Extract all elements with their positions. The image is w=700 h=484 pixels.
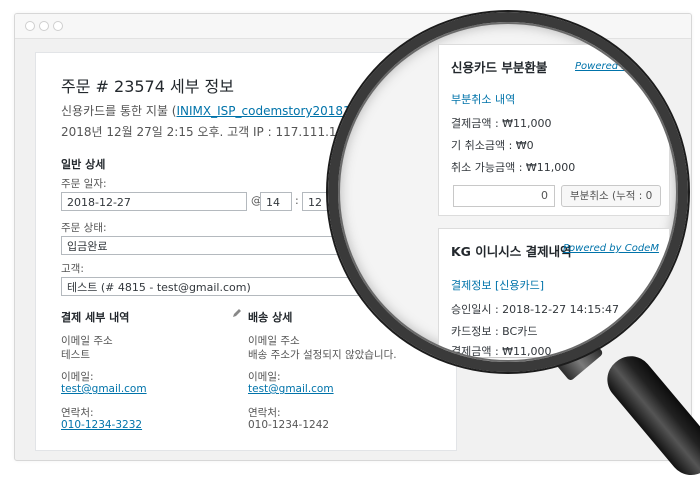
refund-title: 신용카드 부분환불 xyxy=(451,60,548,75)
hour-input[interactable]: 14 xyxy=(260,192,292,211)
kg-inicis-metabox: KG 이니시스 결제내역 Powered by CodeM 결제정보 [신용카드… xyxy=(438,228,670,362)
customer-select[interactable]: 테스트 (# 4815 - test@gmail.com) xyxy=(61,277,361,296)
shipping-email-address-label: 이메일 주소 xyxy=(248,335,300,347)
payment-prefix: 신용카드를 통한 지불 ( xyxy=(61,104,177,118)
refund-available-amount: 취소 가능금액 : ₩11,000 xyxy=(451,161,576,174)
order-date-input[interactable]: 2018-12-27 xyxy=(61,192,247,211)
time-colon: : xyxy=(295,194,299,207)
billing-phone-label: 연락처: xyxy=(61,407,94,419)
order-status-label: 주문 상태: xyxy=(61,222,107,234)
kg-title: KG 이니시스 결제내역 xyxy=(451,244,572,259)
refund-paid-amount: 결제금액 : ₩11,000 xyxy=(451,117,552,130)
general-heading: 일반 상세 xyxy=(61,158,106,171)
collapse-caret-icon[interactable] xyxy=(649,65,657,70)
shipping-heading: 배송 상세 xyxy=(248,311,293,324)
kg-confirm-button[interactable]: 확인 xyxy=(565,357,651,362)
window-dot-icon xyxy=(25,21,35,31)
kg-payment-info-link[interactable]: 결제정보 [신용카드] xyxy=(451,277,544,293)
customer-label: 고객: xyxy=(61,263,84,275)
order-date-label: 주문 일자: xyxy=(61,178,107,190)
partial-refund-button[interactable]: 부분취소 (누적 : 0 xyxy=(561,185,661,207)
shipping-email-link[interactable]: test@gmail.com xyxy=(248,383,334,395)
page-title: 주문 # 23574 세부 정보 xyxy=(61,77,234,96)
refund-cancelled-amount: 기 취소금액 : ₩0 xyxy=(451,139,534,152)
refund-metabox: 신용카드 부분환불 Powered by CodeM 부분취소 내역 결제금액 … xyxy=(438,44,671,216)
order-date-ip: 2018년 12월 27일 2:15 오후. 고객 IP : 117.111.1… xyxy=(61,125,356,139)
magnifier: 신용카드 부분환불 Powered by CodeM 부분취소 내역 결제금액 … xyxy=(328,12,688,372)
billing-heading: 결제 세부 내역 xyxy=(61,311,130,324)
magnifier-lens: 신용카드 부분환불 Powered by CodeM 부분취소 내역 결제금액 … xyxy=(338,22,678,362)
refund-amount-input[interactable]: 0 xyxy=(453,185,555,207)
billing-phone-link[interactable]: 010-1234-3232 xyxy=(61,419,142,431)
billing-email-address-label: 이메일 주소 xyxy=(61,335,113,347)
shipping-email-label: 이메일: xyxy=(248,371,281,383)
refund-history-link[interactable]: 부분취소 내역 xyxy=(451,91,515,107)
minute-input[interactable]: 12 xyxy=(302,192,336,211)
kg-card-info: 카드정보 : BC카드 xyxy=(451,325,538,338)
shipping-phone-value: 010-1234-1242 xyxy=(248,419,330,431)
window-dot-icon xyxy=(53,21,63,31)
billing-email-label: 이메일: xyxy=(61,371,94,383)
kg-action-button[interactable] xyxy=(453,357,557,362)
edit-pencil-icon[interactable] xyxy=(232,308,242,318)
order-status-select[interactable]: 입금완료 xyxy=(61,236,361,255)
billing-email-address-value: 테스트 xyxy=(61,349,90,361)
kg-approved-time: 승인일시 : 2018-12-27 14:15:47 xyxy=(451,303,620,316)
kg-powered-link[interactable]: Powered by CodeM xyxy=(563,243,659,254)
window-dot-icon xyxy=(39,21,49,31)
billing-email-link[interactable]: test@gmail.com xyxy=(61,383,147,395)
shipping-phone-label: 연락처: xyxy=(248,407,281,419)
